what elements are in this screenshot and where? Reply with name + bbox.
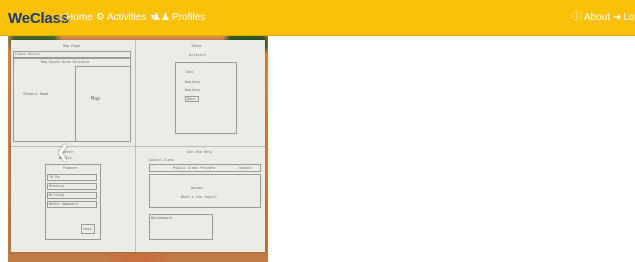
nav-login-label: Log [623, 12, 635, 23]
sketch-ask-q1: Answer [191, 186, 204, 190]
sketch-ask-q2: What's the topic? [181, 195, 217, 199]
sketch-planner-r1-text: To Do [49, 175, 60, 179]
sketch-ask-bar: Search Class [149, 158, 175, 162]
sketch-map-right: Map [91, 96, 101, 102]
nav-profiles-link[interactable]: ♟♟ Profiles [152, 12, 205, 23]
carousel-image: Map Page Class Select Map Route Area Dis… [8, 36, 268, 262]
sketch-tasks-l3: Routine [185, 88, 200, 92]
nav-about-label: About [584, 12, 611, 23]
sketch-planner-btn-text: Save [83, 227, 92, 231]
sign-in-icon: ➜ [613, 11, 622, 23]
nav-login-link[interactable]: ➜ Log [613, 12, 635, 23]
sketch-tasks-title: Tasks [191, 44, 202, 48]
sketch-ask-tabs: Public Class Private [173, 166, 216, 170]
sketch-tasks-l2: Routine [185, 80, 200, 84]
users-icon: ♟♟ [152, 11, 170, 23]
sketch-planner-r4-text: Maths Homework [49, 202, 79, 206]
nav-home-label: Home [66, 12, 93, 23]
home-icon: ⌂ [58, 11, 65, 23]
sketch-map-tabs: Map Route Area Distance [41, 60, 90, 64]
sketch-ask-title: Ask and Help [187, 150, 213, 154]
info-icon: ⓘ [572, 11, 582, 23]
nav-home-link[interactable]: ⌂ Home [58, 12, 93, 23]
paper-sketch: Map Page Class Select Map Route Area Dis… [11, 40, 265, 252]
sketch-tasks-l1: Task [185, 70, 194, 74]
sketch-divider-horizontal [11, 146, 265, 147]
sketch-ask-corner: Submit [239, 166, 252, 170]
sketch-planner-r3-text: Writing [49, 193, 64, 197]
nav-profiles-label: Profiles [171, 12, 206, 23]
nav-activities-label: Activities [106, 12, 147, 23]
gears-icon: ⚙ [96, 11, 105, 23]
nav-activities-dropdown[interactable]: ⚙ Activities ▼ [96, 12, 156, 23]
carousel-prev-chevron-icon[interactable]: ❮ [56, 144, 70, 162]
sketch-tasks-btn-text: Done [187, 97, 196, 101]
sketch-ask-body [149, 174, 261, 208]
sketch-map-title: Map Page [63, 44, 80, 48]
sketch-planner-r2-text: Reading [49, 184, 64, 188]
sketch-tasks-sub: Activity [189, 53, 206, 57]
sketch-map-area [75, 66, 131, 142]
navbar: WeClass ⌂ Home ⚙ Activities ▼ ♟♟ Profile… [0, 0, 635, 36]
sketch-planner-head: Planner [63, 166, 78, 170]
sketch-ask-note-text: Whiteboard [151, 216, 173, 220]
sketch-map-left: Student Room [23, 92, 49, 96]
nav-about-link[interactable]: ⓘ About [572, 12, 610, 23]
sketch-map-bar-text: Class Select [15, 52, 41, 56]
